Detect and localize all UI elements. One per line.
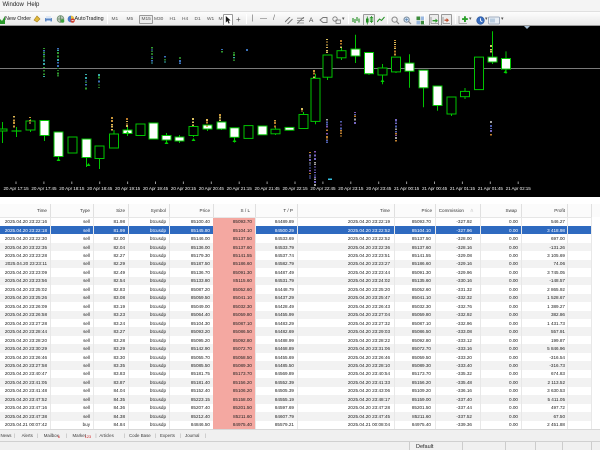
svg-text:21 Apr 00:45: 21 Apr 00:45 <box>422 186 448 191</box>
svg-text:21 Apr 01:15: 21 Apr 01:15 <box>450 186 476 191</box>
svg-text:20 Apr 22:15: 20 Apr 22:15 <box>282 186 308 191</box>
svg-text:21 Apr 01:45: 21 Apr 01:45 <box>478 186 504 191</box>
svg-text:20 Apr 20:15: 20 Apr 20:15 <box>171 186 197 191</box>
svg-text:20 Apr 18:45: 20 Apr 18:45 <box>87 186 113 191</box>
svg-text:20 Apr 17:45: 20 Apr 17:45 <box>31 186 57 191</box>
svg-text:20 Apr 19:45: 20 Apr 19:45 <box>143 186 169 191</box>
svg-text:20 Apr 18:15: 20 Apr 18:15 <box>59 186 85 191</box>
svg-text:20 Apr 21:45: 20 Apr 21:45 <box>255 186 281 191</box>
svg-text:20 Apr 23:45: 20 Apr 23:45 <box>366 186 392 191</box>
svg-text:20 Apr 21:15: 20 Apr 21:15 <box>227 186 253 191</box>
svg-text:20 Apr 23:15: 20 Apr 23:15 <box>338 186 364 191</box>
svg-text:21 Apr 00:15: 21 Apr 00:15 <box>394 186 420 191</box>
svg-text:21 Apr 02:15: 21 Apr 02:15 <box>506 186 532 191</box>
svg-text:20 Apr 17:15: 20 Apr 17:15 <box>3 186 29 191</box>
svg-text:20 Apr 19:15: 20 Apr 19:15 <box>115 186 141 191</box>
svg-text:20 Apr 20:45: 20 Apr 20:45 <box>199 186 225 191</box>
svg-text:20 Apr 22:45: 20 Apr 22:45 <box>310 186 336 191</box>
